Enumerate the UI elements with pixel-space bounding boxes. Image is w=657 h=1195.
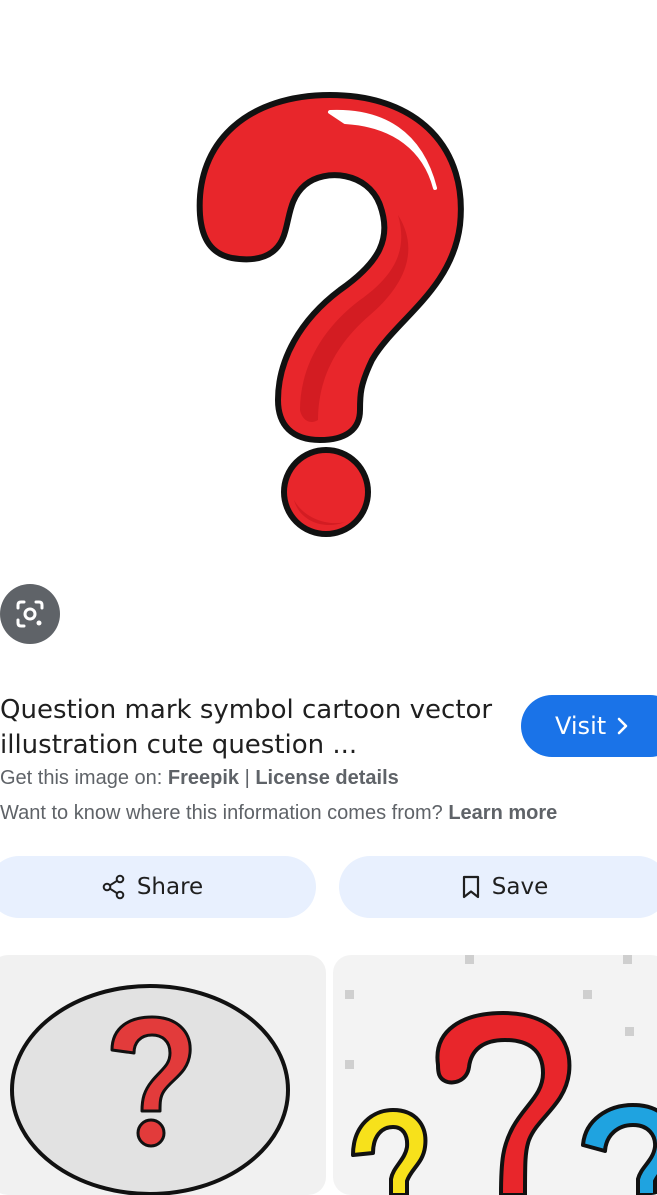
- chevron-right-icon: [617, 717, 628, 735]
- license-details-link[interactable]: License details: [255, 767, 398, 789]
- learn-more-link[interactable]: Learn more: [448, 802, 557, 824]
- main-image[interactable]: [0, 0, 657, 575]
- question-mark-image: [196, 92, 464, 537]
- related-image-2[interactable]: [333, 955, 657, 1195]
- visit-button-label: Visit: [555, 712, 607, 740]
- bookmark-icon: [462, 875, 479, 899]
- related-image-1[interactable]: [0, 955, 326, 1195]
- google-lens-icon: [16, 600, 44, 628]
- speech-bubble-question-image: [10, 984, 290, 1195]
- share-icon: [102, 874, 125, 900]
- source-line: Get this image on: Freepik | License det…: [0, 765, 399, 791]
- source-link[interactable]: Freepik: [168, 767, 239, 789]
- save-button[interactable]: Save: [339, 856, 657, 918]
- result-title[interactable]: Question mark symbol cartoon vector illu…: [0, 693, 510, 763]
- save-button-label: Save: [491, 874, 549, 900]
- source-prefix: Get this image on:: [0, 767, 168, 789]
- source-separator: |: [239, 767, 256, 789]
- colorful-question-marks-image: [345, 955, 657, 1195]
- lens-button[interactable]: [0, 584, 60, 644]
- info-line: Want to know where this information come…: [0, 800, 557, 826]
- share-button-label: Share: [136, 874, 204, 900]
- visit-button[interactable]: Visit: [521, 695, 657, 757]
- share-button[interactable]: Share: [0, 856, 316, 918]
- info-text: Want to know where this information come…: [0, 802, 449, 824]
